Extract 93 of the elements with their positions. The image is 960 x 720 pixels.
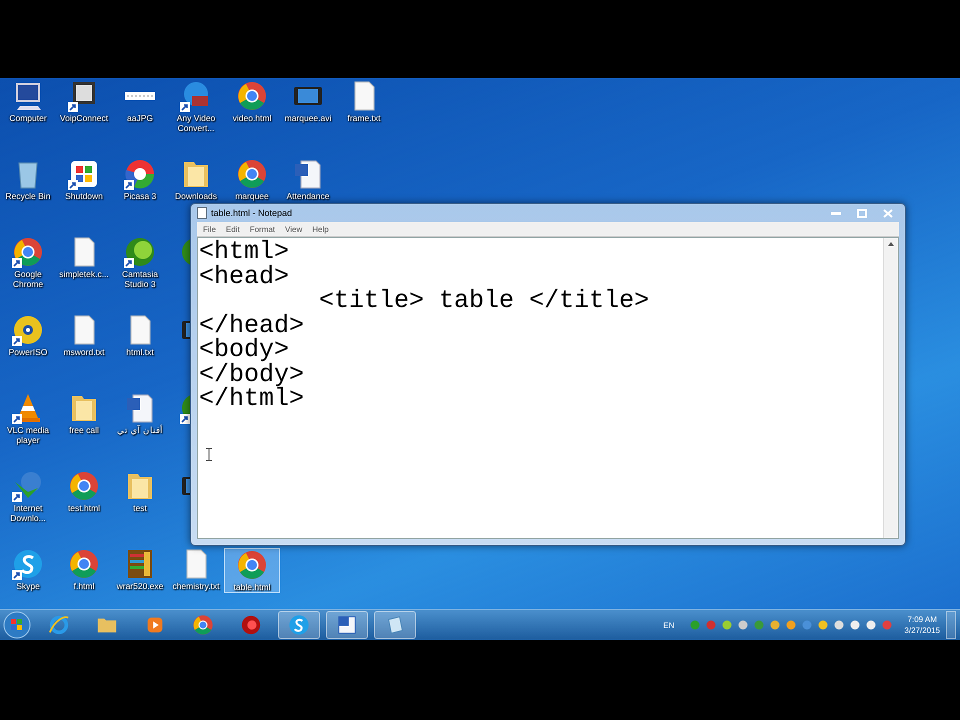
desktop-icon[interactable]: Downloads <box>168 158 224 201</box>
icon-label: marquee <box>234 191 270 201</box>
desktop-icon[interactable]: أفنان آي تي <box>112 392 168 435</box>
window-title: table.html - Notepad <box>211 208 294 218</box>
start-button[interactable] <box>2 610 32 640</box>
icon-label: Camtasia Studio 3 <box>121 269 159 289</box>
chrome-icon <box>192 614 214 636</box>
show-desktop-button[interactable] <box>946 611 956 639</box>
icon-label: free call <box>68 425 100 435</box>
desktop-icon[interactable]: Picasa 3 <box>112 158 168 201</box>
menu-item[interactable]: Format <box>246 224 280 234</box>
desktop-icon[interactable]: Shutdown <box>56 158 112 201</box>
tray-icon[interactable] <box>738 620 748 630</box>
desktop-icon[interactable]: Internet Downlo... <box>0 470 56 523</box>
icon-label: VoipConnect <box>58 113 110 123</box>
desktop-icon[interactable]: Attendance <box>280 158 336 201</box>
menu-item[interactable]: Help <box>308 224 333 234</box>
tray-icon[interactable] <box>722 620 732 630</box>
menu-item[interactable]: Edit <box>222 224 244 234</box>
desktop-icon[interactable]: Camtasia Studio 3 <box>112 236 168 289</box>
text-cursor-icon <box>206 448 212 461</box>
taskbar-button[interactable] <box>326 611 368 639</box>
close-icon <box>883 208 893 218</box>
desktop-icon[interactable]: free call <box>56 392 112 435</box>
icon-label: Any Video Convert... <box>176 113 216 133</box>
icon-label: Skype <box>15 581 41 591</box>
icon-label: Recycle Bin <box>4 191 52 201</box>
language-indicator[interactable]: EN <box>663 620 674 630</box>
scroll-up-icon[interactable] <box>886 240 896 248</box>
tray-icon[interactable] <box>818 620 828 630</box>
icon-label: f.html <box>72 581 96 591</box>
ie-icon <box>48 614 70 636</box>
desktop-icon[interactable]: chemistry.txt <box>168 548 224 591</box>
desktop-icon[interactable]: marquee <box>224 158 280 201</box>
desktop-icon[interactable]: PowerISO <box>0 314 56 357</box>
icon-label: marquee.avi <box>284 113 332 123</box>
maximize-icon <box>857 208 867 218</box>
icon-label: table.html <box>232 582 272 592</box>
desktop-icon[interactable]: f.html <box>56 548 112 591</box>
desktop-icon[interactable]: test <box>112 470 168 513</box>
word-icon <box>336 614 358 636</box>
desktop-icon[interactable]: Skype <box>0 548 56 591</box>
icon-label: VLC media player <box>6 425 50 445</box>
tray-icon[interactable] <box>866 620 876 630</box>
icon-label: video.html <box>232 113 272 123</box>
icon-label: aaJPG <box>126 113 154 123</box>
icon-label: PowerISO <box>8 347 48 357</box>
icon-label: Picasa 3 <box>122 191 158 201</box>
desktop-icon[interactable]: Computer <box>0 80 56 123</box>
minimize-icon <box>831 212 841 214</box>
desktop-icon[interactable]: frame.txt <box>336 80 392 123</box>
taskbar-button[interactable] <box>278 611 320 639</box>
scrollbar[interactable] <box>883 238 898 538</box>
icon-label: simpletek.c... <box>58 269 110 279</box>
desktop-icon[interactable]: VoipConnect <box>56 80 112 123</box>
desktop-icon[interactable]: wrar520.exe <box>112 548 168 591</box>
desktop-icon[interactable]: simpletek.c... <box>56 236 112 279</box>
icon-label: Google Chrome <box>12 269 44 289</box>
icon-label: msword.txt <box>62 347 106 357</box>
icon-label: test.html <box>66 503 102 513</box>
desktop-icon[interactable]: video.html <box>224 80 280 123</box>
icon-label: Downloads <box>174 191 218 201</box>
desktop-icon[interactable]: Recycle Bin <box>0 158 56 201</box>
clock-time[interactable]: 7:09 AM <box>904 614 940 625</box>
icon-label: أفنان آي تي <box>116 425 164 435</box>
strip-file-icon <box>124 92 156 100</box>
desktop-icon[interactable]: aaJPG <box>112 80 168 123</box>
tray-icon[interactable] <box>786 620 796 630</box>
tray-icon[interactable] <box>834 620 844 630</box>
desktop-icon[interactable]: VLC media player <box>0 392 56 445</box>
icon-label: Shutdown <box>64 191 104 201</box>
desktop-icon[interactable]: Any Video Convert... <box>168 80 224 133</box>
desktop-icon[interactable]: msword.txt <box>56 314 112 357</box>
clock-date[interactable]: 3/27/2015 <box>904 625 940 636</box>
desktop-icon[interactable]: html.txt <box>112 314 168 357</box>
desktop-icon[interactable]: marquee.avi <box>280 80 336 123</box>
menu-item[interactable]: File <box>199 224 220 234</box>
icon-label: test <box>132 503 148 513</box>
skype-icon <box>288 614 310 636</box>
icon-label: frame.txt <box>346 113 382 123</box>
desktop-icon[interactable]: test.html <box>56 470 112 513</box>
tray-icon[interactable] <box>850 620 860 630</box>
notepad-icon <box>197 207 207 219</box>
icon-label: Computer <box>8 113 48 123</box>
icon-label: html.txt <box>125 347 155 357</box>
icon-label: Attendance <box>285 191 330 201</box>
desktop-icon[interactable]: Google Chrome <box>0 236 56 289</box>
menu-item[interactable]: View <box>281 224 306 234</box>
tray-icon[interactable] <box>770 620 780 630</box>
icon-label: chemistry.txt <box>171 581 221 591</box>
taskbar-button[interactable] <box>374 611 416 639</box>
icon-label: Internet Downlo... <box>9 503 47 523</box>
icon-label: wrar520.exe <box>116 581 164 591</box>
